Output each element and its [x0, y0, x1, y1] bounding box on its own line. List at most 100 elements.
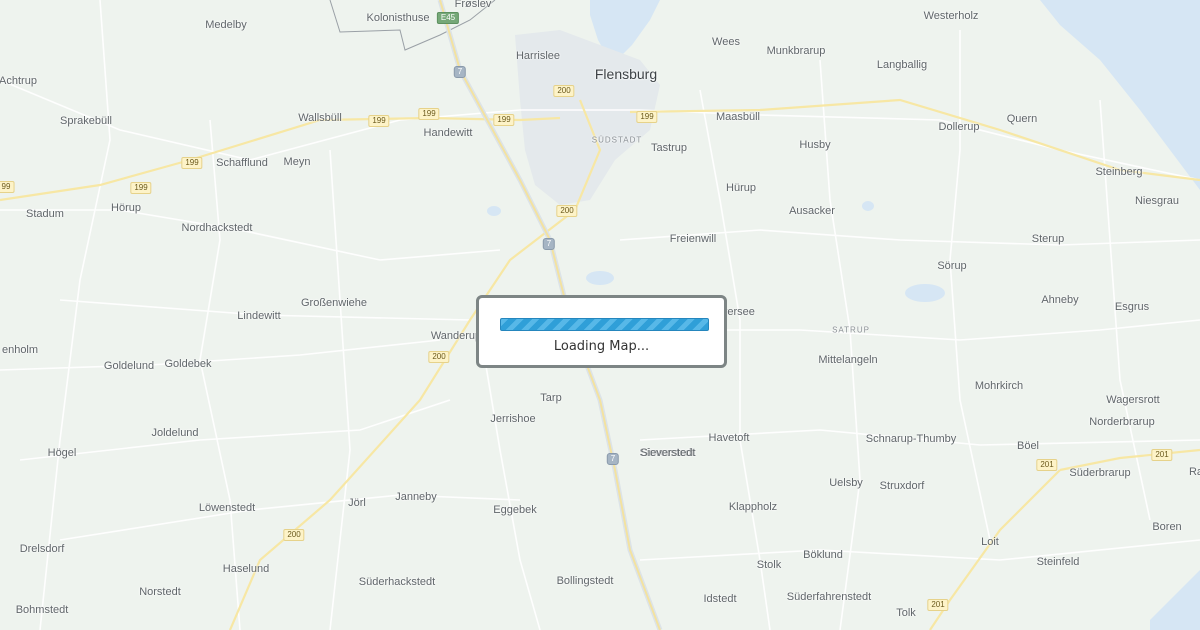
place-label: Großenwiehe — [300, 297, 368, 309]
loading-progress-bar — [500, 318, 709, 331]
place-label: Tarp — [540, 392, 562, 404]
place-label: Schafflund — [216, 157, 268, 169]
road-shield: 199 — [368, 115, 390, 127]
place-label: Bohmstedt — [15, 604, 69, 616]
road-shield: 200 — [556, 205, 578, 217]
road-shield: 201 — [927, 599, 949, 611]
place-label: Süderfahrenstedt — [786, 591, 872, 603]
place-label: Sterup — [1031, 233, 1065, 245]
place-label: Hörup — [111, 202, 141, 214]
lake — [862, 201, 874, 211]
place-label: Wees — [712, 36, 740, 48]
place-label: Jörl — [348, 497, 366, 509]
road-shield: 199 — [493, 114, 515, 126]
place-label: Böel — [1016, 440, 1040, 452]
road-shield: 7 — [453, 66, 467, 78]
place-label: Harrislee — [515, 50, 561, 62]
place-label: Meyn — [283, 156, 311, 168]
place-label: Ausacker — [789, 205, 835, 217]
place-label: Munkbrarup — [766, 45, 826, 57]
place-label: Klappholz — [728, 501, 778, 513]
place-label: enholm — [1, 344, 39, 356]
place-label: Joldelund — [151, 427, 199, 439]
place-label: Freienwill — [669, 233, 717, 245]
place-label: Husby — [799, 139, 831, 151]
place-label: Medelby — [205, 19, 247, 31]
place-label: Janneby — [395, 491, 437, 503]
baltic-water — [1040, 0, 1200, 190]
road-shield: 201 — [1151, 449, 1173, 461]
place-label: SÜDSTADT — [591, 135, 643, 145]
place-label: Böklund — [803, 549, 843, 561]
place-label: Maasbüll — [715, 111, 761, 123]
place-label: Mittelangeln — [818, 354, 878, 366]
road-shield: 201 — [1036, 459, 1058, 471]
place-label: Sprakebüll — [60, 115, 112, 127]
place-label: Niesgrau — [1134, 195, 1180, 207]
place-label: Quern — [1006, 113, 1038, 125]
place-label: Wagersrott — [1106, 394, 1160, 406]
place-label: Högel — [47, 447, 77, 459]
place-label: Achtrup — [0, 75, 37, 87]
road-shield: 200 — [553, 85, 575, 97]
place-label: Havetoft — [708, 432, 750, 444]
place-label: Tolk — [896, 607, 916, 619]
place-label: Mohrkirch — [974, 380, 1024, 392]
place-label: Wallsbüll — [298, 112, 342, 124]
place-label: Kolonisthuse — [366, 12, 430, 24]
loading-dialog: Loading Map... — [476, 295, 727, 368]
road-shield: 199 — [636, 111, 658, 123]
loading-text: Loading Map... — [553, 339, 650, 354]
place-label: Steinberg — [1095, 166, 1143, 178]
place-label: Sörup — [937, 260, 967, 272]
place-label: Wanderup — [430, 330, 482, 342]
place-label: Dollerup — [938, 121, 980, 133]
place-label: Boren — [1152, 521, 1182, 533]
place-label: Stolk — [756, 559, 782, 571]
place-label: SATRUP — [832, 325, 870, 335]
place-label: Drelsdorf — [19, 543, 65, 555]
place-label: Tastrup — [650, 142, 688, 154]
place-label: Langballig — [876, 59, 928, 71]
place-label: Idstedt — [703, 593, 737, 605]
place-label: Frøslev — [454, 0, 492, 10]
place-label: Ra — [1188, 466, 1200, 478]
place-label: Schnarup-Thumby — [865, 433, 957, 445]
road-shield: 7 — [542, 238, 556, 250]
road-shield: 7 — [606, 453, 620, 465]
place-label: Loit — [981, 536, 999, 548]
place-label: Hürup — [726, 182, 756, 194]
lake — [905, 284, 945, 302]
schlei-water — [1150, 570, 1200, 630]
road-shield: 199 — [418, 108, 440, 120]
place-label: Norderbrarup — [1089, 416, 1155, 428]
road-shield: 200 — [283, 529, 305, 541]
place-label: Westerholz — [923, 10, 979, 22]
place-label: Steinfeld — [1036, 556, 1080, 568]
place-label: Norstedt — [139, 586, 181, 598]
place-label: Goldebek — [164, 358, 212, 370]
road-shield: 200 — [428, 351, 450, 363]
road-shield: 99 — [0, 181, 15, 193]
place-label: Struxdorf — [879, 480, 925, 492]
road-shield: E45 — [436, 12, 460, 24]
place-label: Sieverstedt — [640, 447, 696, 459]
lake — [487, 206, 501, 216]
place-label: Nordhackstedt — [181, 222, 253, 234]
place-label: Lindewitt — [237, 310, 281, 322]
road-shield: 199 — [130, 182, 152, 194]
place-label: Goldelund — [103, 360, 155, 372]
place-label: Süderbrarup — [1069, 467, 1131, 479]
place-label: Flensburg — [594, 66, 658, 82]
place-label: Handewitt — [423, 127, 473, 139]
place-label: Uelsby — [829, 477, 863, 489]
place-label: Bollingstedt — [556, 575, 614, 587]
place-label: Löwenstedt — [198, 502, 256, 514]
road-shield: 199 — [181, 157, 203, 169]
place-label: Esgrus — [1114, 301, 1150, 313]
place-label: Haselund — [222, 563, 270, 575]
lake — [586, 271, 614, 285]
place-label: Eggebek — [493, 504, 537, 516]
place-label: Jerrishoe — [490, 413, 536, 425]
place-label: Ahneby — [1041, 294, 1079, 306]
